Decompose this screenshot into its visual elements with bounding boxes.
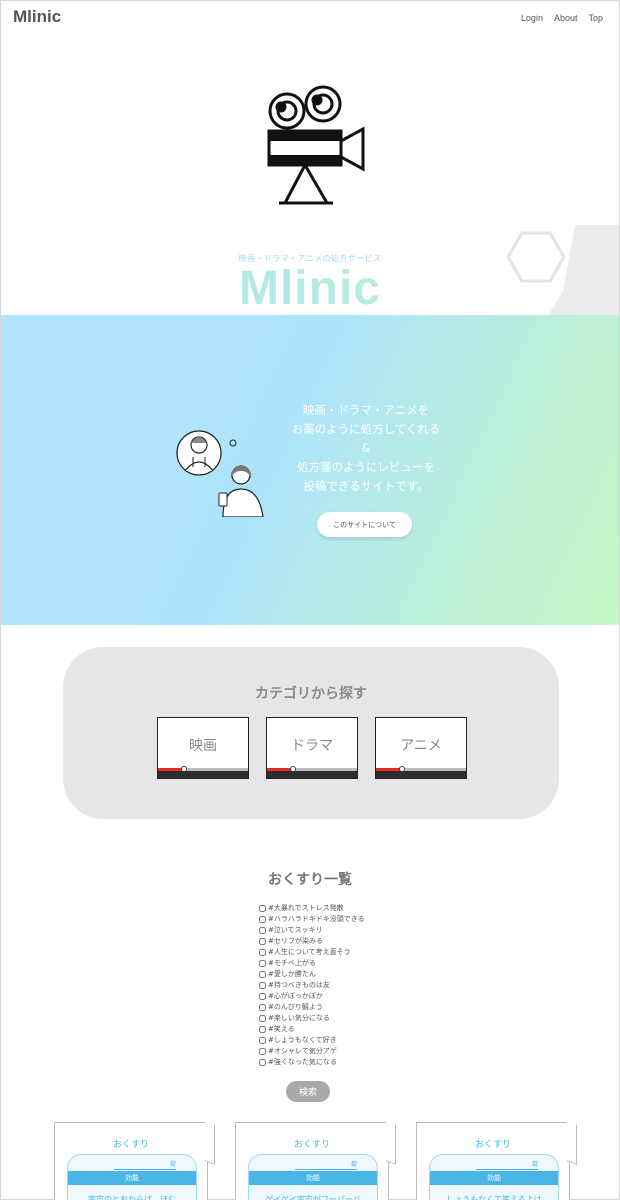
medicine-checkbox[interactable] xyxy=(259,1004,266,1011)
medicine-option-label: #しょうもなくて好き xyxy=(268,1036,337,1044)
medicine-checkbox[interactable] xyxy=(259,938,266,945)
medicine-option-label: #人生について考え直そう xyxy=(268,948,351,956)
medicine-checkbox[interactable] xyxy=(259,916,266,923)
medicine-list-title: おくすり一覧 xyxy=(268,872,352,888)
medicine-option[interactable]: #楽しい気分になる xyxy=(259,1013,365,1024)
nav-login-link[interactable]: Login xyxy=(521,13,543,23)
category-card-drama[interactable]: ドラマ xyxy=(266,717,358,779)
medicine-checkbox[interactable] xyxy=(259,1037,266,1044)
prescription-body: 錠効能宇宙のとおからば、ほむ xyxy=(67,1154,197,1200)
medicine-option[interactable]: #しょうもなくて好き xyxy=(259,1035,365,1046)
medicine-checkbox-list: #大暴れでストレス発散 #ハラハラドキドキ没頭できる #泣いてスッキリ #セリフが染み… xyxy=(259,903,365,1068)
medicine-option-label: #大暴れでストレス発散 xyxy=(268,904,344,912)
movie-camera-icon xyxy=(267,85,365,205)
brand-logo[interactable]: Mlinic xyxy=(13,7,61,27)
category-cards: 映画 ドラマ アニメ xyxy=(157,717,467,779)
medicine-option-label: #心がぽっかぽか xyxy=(268,992,323,1000)
video-player-bar-icon xyxy=(158,766,248,778)
category-label: 映画 xyxy=(189,738,217,754)
medicine-checkbox[interactable] xyxy=(259,1048,266,1055)
medicine-checkbox[interactable] xyxy=(259,982,266,989)
video-player-bar-icon xyxy=(267,766,357,778)
prescription-card[interactable]: おくすり錠効能しょうもなくて笑えるよは xyxy=(416,1121,577,1200)
effect-text: ゲイゲイ宇宙がフーパーバ xyxy=(265,1195,361,1200)
medicine-option[interactable]: #心がぽっかぽか xyxy=(259,991,365,1002)
medicine-checkbox[interactable] xyxy=(259,971,266,978)
intro-line: 処方箋のようにレビューを xyxy=(297,460,435,474)
medicine-option-label: #楽しい気分になる xyxy=(268,1014,330,1022)
intro-line: お薬のように処方してくれる xyxy=(291,422,441,436)
medicine-option-label: #モチベ上がる xyxy=(268,959,316,967)
medicine-checkbox[interactable] xyxy=(259,927,266,934)
medicine-option-label: #オシャレで気分アゲ xyxy=(268,1047,337,1055)
category-card-movie[interactable]: 映画 xyxy=(157,717,249,779)
effect-text: 宇宙のとおからば、ほむ xyxy=(88,1195,176,1200)
medicine-checkbox[interactable] xyxy=(259,1059,266,1066)
medicine-checkbox[interactable] xyxy=(259,960,266,967)
medicine-option-label: #泣いてスッキリ xyxy=(268,926,323,934)
hero-section: 映画・ドラマ・アニメの処方サービス Mlinic xyxy=(1,35,619,349)
medicine-option[interactable]: #セリフが染みる xyxy=(259,936,365,947)
prescription-card[interactable]: おくすり錠効能ゲイゲイ宇宙がフーパーバ xyxy=(235,1121,396,1200)
search-button[interactable]: 検索 xyxy=(286,1081,330,1102)
effect-header: 効能 xyxy=(68,1171,196,1185)
category-label: ドラマ xyxy=(291,738,333,754)
medicine-checkbox[interactable] xyxy=(259,1015,266,1022)
medicine-option[interactable]: #モチベ上がる xyxy=(259,958,365,969)
prescription-card[interactable]: おくすり錠効能宇宙のとおからば、ほむ xyxy=(54,1121,215,1200)
intro-line: 映画・ドラマ・アニメを xyxy=(302,403,430,417)
dose-unit: 錠 xyxy=(476,1159,538,1170)
medicine-checkbox[interactable] xyxy=(259,993,266,1000)
intro-line: & xyxy=(361,441,371,455)
effect-text: しょうもなくて笑えるよは xyxy=(446,1195,542,1200)
medicine-option[interactable]: #オシャレで気分アゲ xyxy=(259,1046,365,1057)
category-panel: カテゴリから探す 映画 ドラマ アニメ xyxy=(63,647,559,819)
category-title: カテゴリから探す xyxy=(255,686,367,702)
medicine-option-label: #笑える xyxy=(268,1025,295,1033)
category-card-anime[interactable]: アニメ xyxy=(375,717,467,779)
video-player-bar-icon xyxy=(376,766,466,778)
medicine-option[interactable]: #人生について考え直そう xyxy=(259,947,365,958)
medicine-option-label: #セリフが染みる xyxy=(268,937,323,945)
medicine-option[interactable]: #泣いてスッキリ xyxy=(259,925,365,936)
prescription-body: 錠効能しょうもなくて笑えるよは xyxy=(429,1154,559,1200)
medicine-option[interactable]: #笑える xyxy=(259,1024,365,1035)
dose-unit: 錠 xyxy=(295,1159,357,1170)
medicine-option-label: #持つべきものは友 xyxy=(268,981,330,989)
intro-text: 映画・ドラマ・アニメを お薬のように処方してくれる & 処方箋のようにレビューを… xyxy=(271,401,461,496)
medicine-option-label: #のんびり観よう xyxy=(268,1003,323,1011)
prescription-cards: おくすり錠効能 宇宙のとおからば、ほむ おくすり錠効能 ゲイゲイ宇宙がフーパーバ おくす… xyxy=(54,1121,577,1200)
nav-menu: Login About Top xyxy=(521,13,603,23)
prescription-label: おくすり xyxy=(112,1140,149,1150)
medicine-checkbox[interactable] xyxy=(259,905,266,912)
medicine-option[interactable]: #ハラハラドキドキ没頭できる xyxy=(259,914,365,925)
medicine-checkbox[interactable] xyxy=(259,1026,266,1033)
medicine-option[interactable]: #持つべきものは友 xyxy=(259,980,365,991)
medicine-option[interactable]: #強くなった気になる xyxy=(259,1057,365,1068)
effect-header: 効能 xyxy=(430,1171,558,1185)
intro-line: 投稿できるサイトです。 xyxy=(303,479,429,493)
category-label: アニメ xyxy=(400,738,442,754)
top-bar: Mlinic Login About Top xyxy=(1,1,619,35)
prescription-label: おくすり xyxy=(474,1140,511,1150)
medicine-option-label: #ハラハラドキドキ没頭できる xyxy=(268,915,365,923)
medicine-checkbox[interactable] xyxy=(259,949,266,956)
nav-about-link[interactable]: About xyxy=(554,13,578,23)
prescription-label: おくすり xyxy=(293,1140,330,1150)
dose-unit: 錠 xyxy=(114,1159,176,1170)
prescription-body: 錠効能ゲイゲイ宇宙がフーパーバ xyxy=(248,1154,378,1200)
doctor-and-patient-illustration-icon xyxy=(176,430,264,517)
medicine-option-label: #愛しか勝たん xyxy=(268,970,316,978)
intro-band: 映画・ドラマ・アニメを お薬のように処方してくれる & 処方箋のようにレビューを… xyxy=(1,315,619,625)
effect-header: 効能 xyxy=(249,1171,377,1185)
medicine-option-label: #強くなった気になる xyxy=(268,1058,337,1066)
medicine-option[interactable]: #大暴れでストレス発散 xyxy=(259,903,365,914)
medicine-option[interactable]: #愛しか勝たん xyxy=(259,969,365,980)
about-site-button[interactable]: このサイトについて xyxy=(317,512,412,537)
medicine-option[interactable]: #のんびり観よう xyxy=(259,1002,365,1013)
nav-top-link[interactable]: Top xyxy=(588,13,603,23)
